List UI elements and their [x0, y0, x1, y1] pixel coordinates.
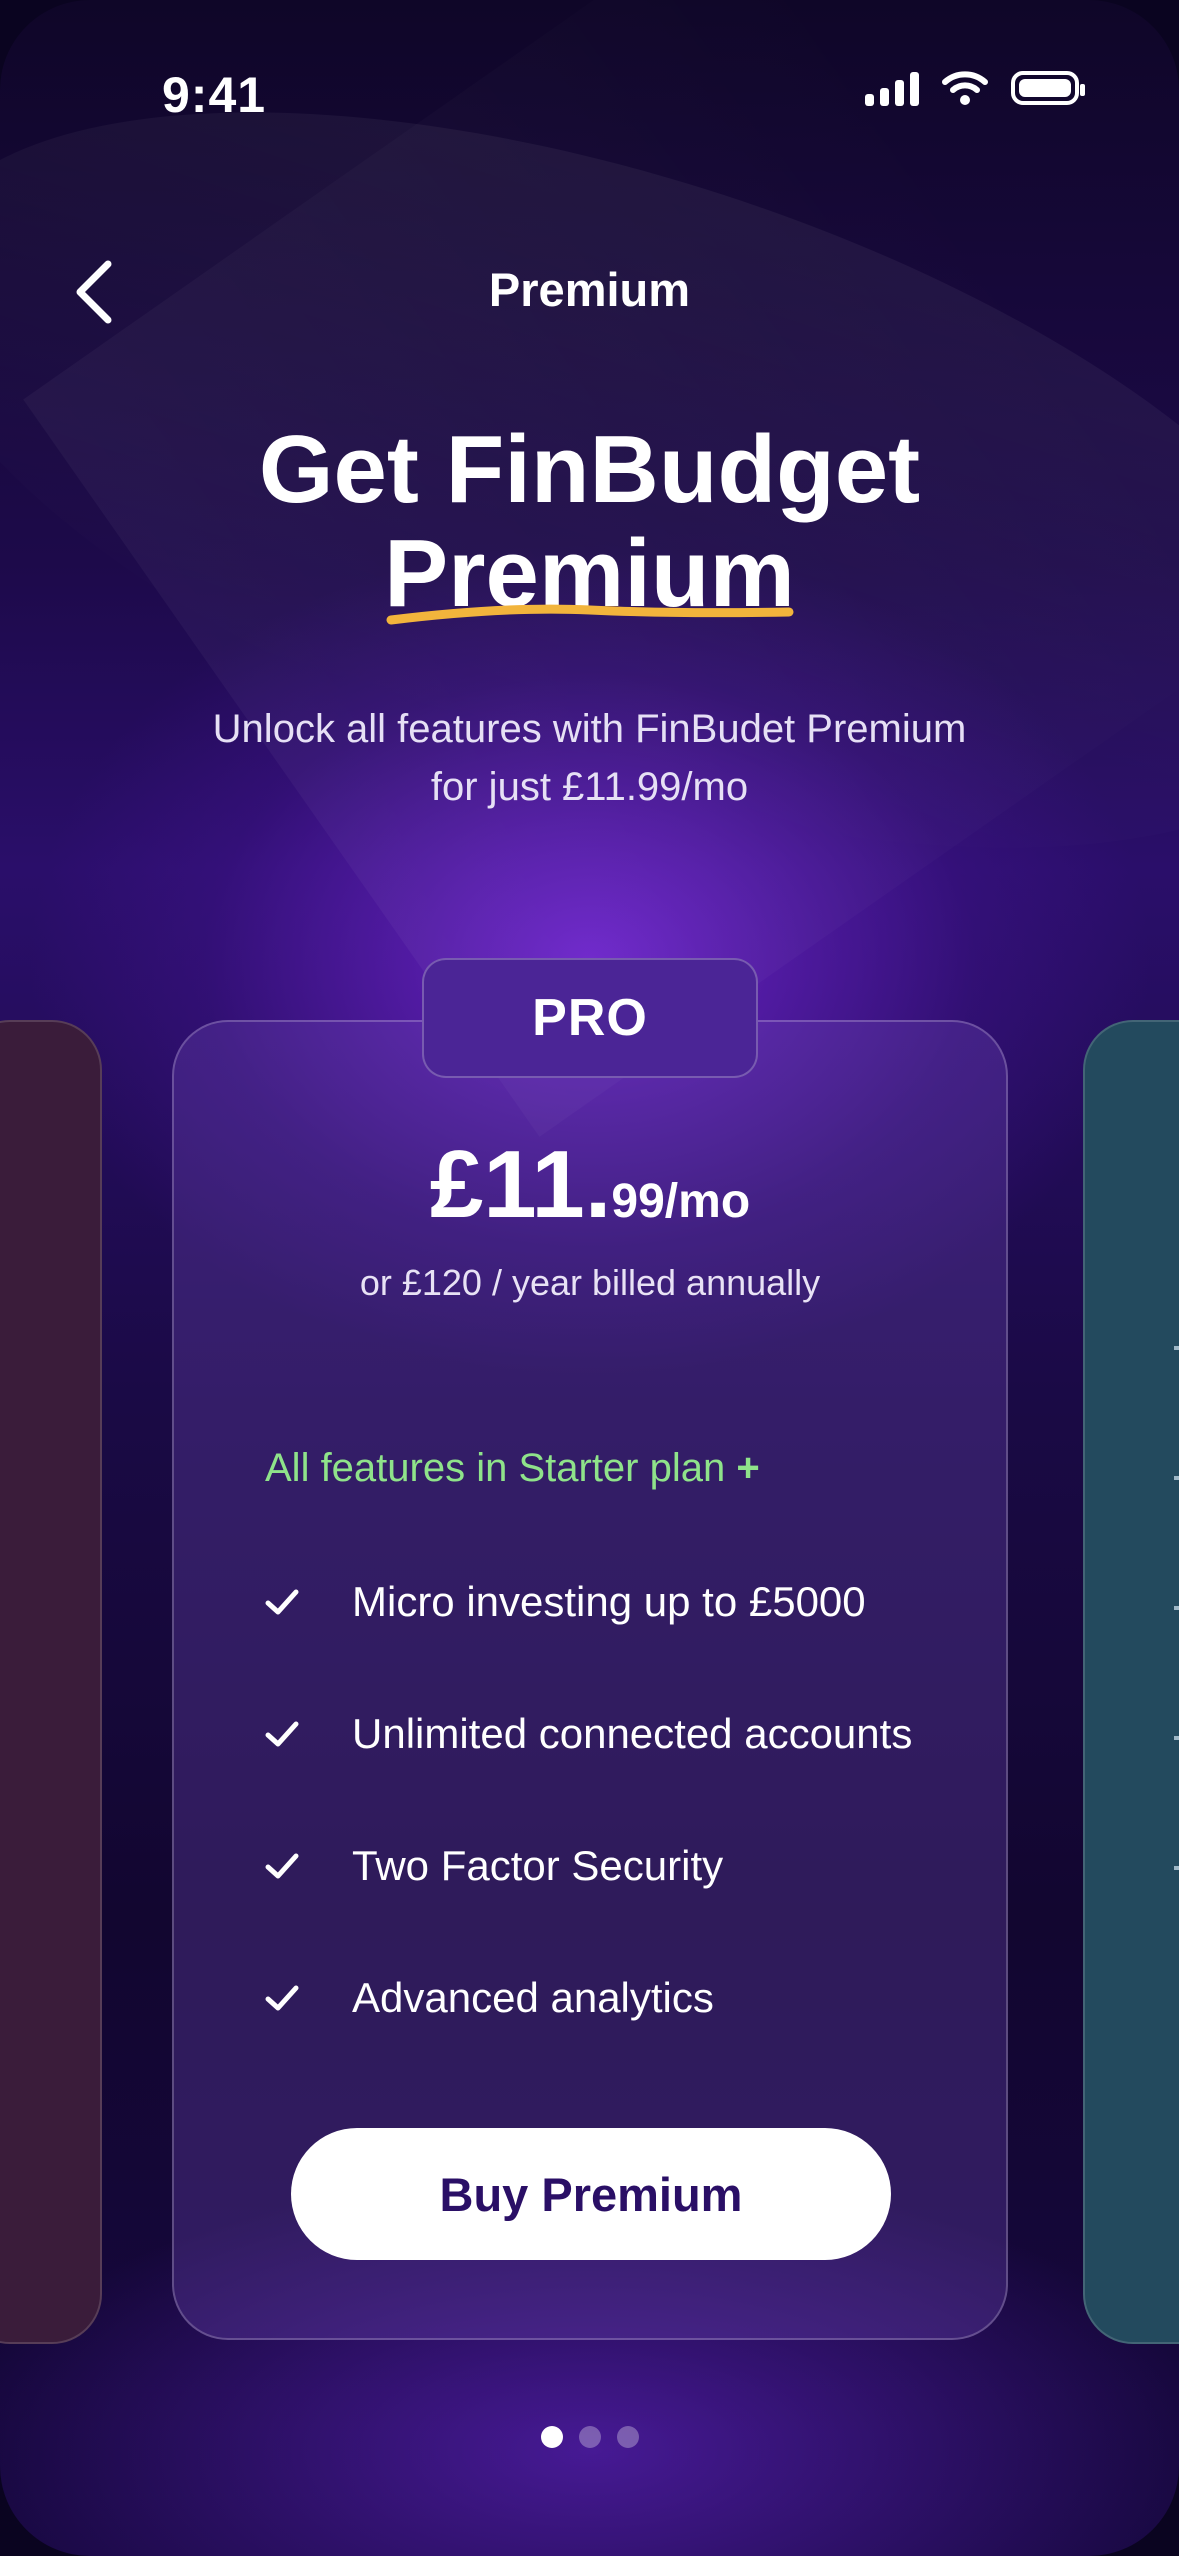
check-icon: [265, 1985, 299, 2011]
side-card-tick: [1174, 1606, 1179, 1610]
buy-premium-button[interactable]: Buy Premium: [291, 2128, 891, 2260]
carousel-pagination: [0, 2426, 1179, 2448]
status-time: 9:41: [162, 67, 267, 123]
check-icon: [265, 1853, 299, 1879]
check-icon: [265, 1721, 299, 1747]
features-heading: All features in Starter plan +: [265, 1446, 760, 1491]
side-card-tick: [1174, 1866, 1179, 1870]
price-cents: 99/mo: [611, 1175, 751, 1228]
plan-card-previous[interactable]: [0, 1020, 102, 2344]
status-icons: [865, 70, 1085, 106]
price-main: £11.: [429, 1131, 612, 1238]
headline: Get FinBudget Premium: [0, 418, 1179, 626]
headline-line-1: Get FinBudget: [258, 416, 921, 523]
screen: 9:41 Premium Get FinBudget Premium Unloc…: [0, 0, 1179, 2556]
headline-underline: [386, 604, 794, 625]
side-card-tick: [1174, 1736, 1179, 1740]
subtitle: Unlock all features with FinBudet Premiu…: [150, 700, 1029, 816]
battery-icon: [1011, 71, 1085, 105]
subtitle-line-2: for just £11.99/mo: [430, 765, 749, 809]
features-heading-text: All features in Starter plan: [265, 1446, 726, 1490]
pagination-dot-active[interactable]: [540, 2426, 563, 2448]
subtitle-line-1: Unlock all features with FinBudet Premiu…: [212, 707, 967, 751]
plan-price: £11.99/mo: [172, 1130, 1008, 1240]
pagination-dot[interactable]: [578, 2426, 601, 2448]
feature-label: Micro investing up to £5000: [352, 1578, 866, 1625]
page-title: Premium: [488, 263, 691, 316]
feature-label: Unlimited connected accounts: [352, 1710, 913, 1757]
side-card-tick: [1174, 1476, 1179, 1480]
side-card-tick: [1174, 1346, 1179, 1350]
billing-note: or £120 / year billed annually: [359, 1262, 821, 1303]
feature-item: Two Factor Security: [262, 1842, 723, 1890]
feature-item: Micro investing up to £5000: [262, 1578, 866, 1626]
feature-item: Unlimited connected accounts: [262, 1710, 912, 1758]
signal-icon: [865, 70, 919, 106]
plan-tab-label: PRO: [422, 958, 758, 1078]
check-icon: [265, 1589, 299, 1615]
wifi-icon: [942, 71, 988, 105]
feature-label: Advanced analytics: [352, 1974, 714, 2021]
feature-label: Two Factor Security: [352, 1842, 724, 1889]
plan-card-next[interactable]: [1083, 1020, 1179, 2344]
pagination-dot[interactable]: [616, 2426, 639, 2448]
feature-item: Advanced analytics: [262, 1974, 714, 2022]
features-heading-plus: +: [736, 1446, 760, 1490]
